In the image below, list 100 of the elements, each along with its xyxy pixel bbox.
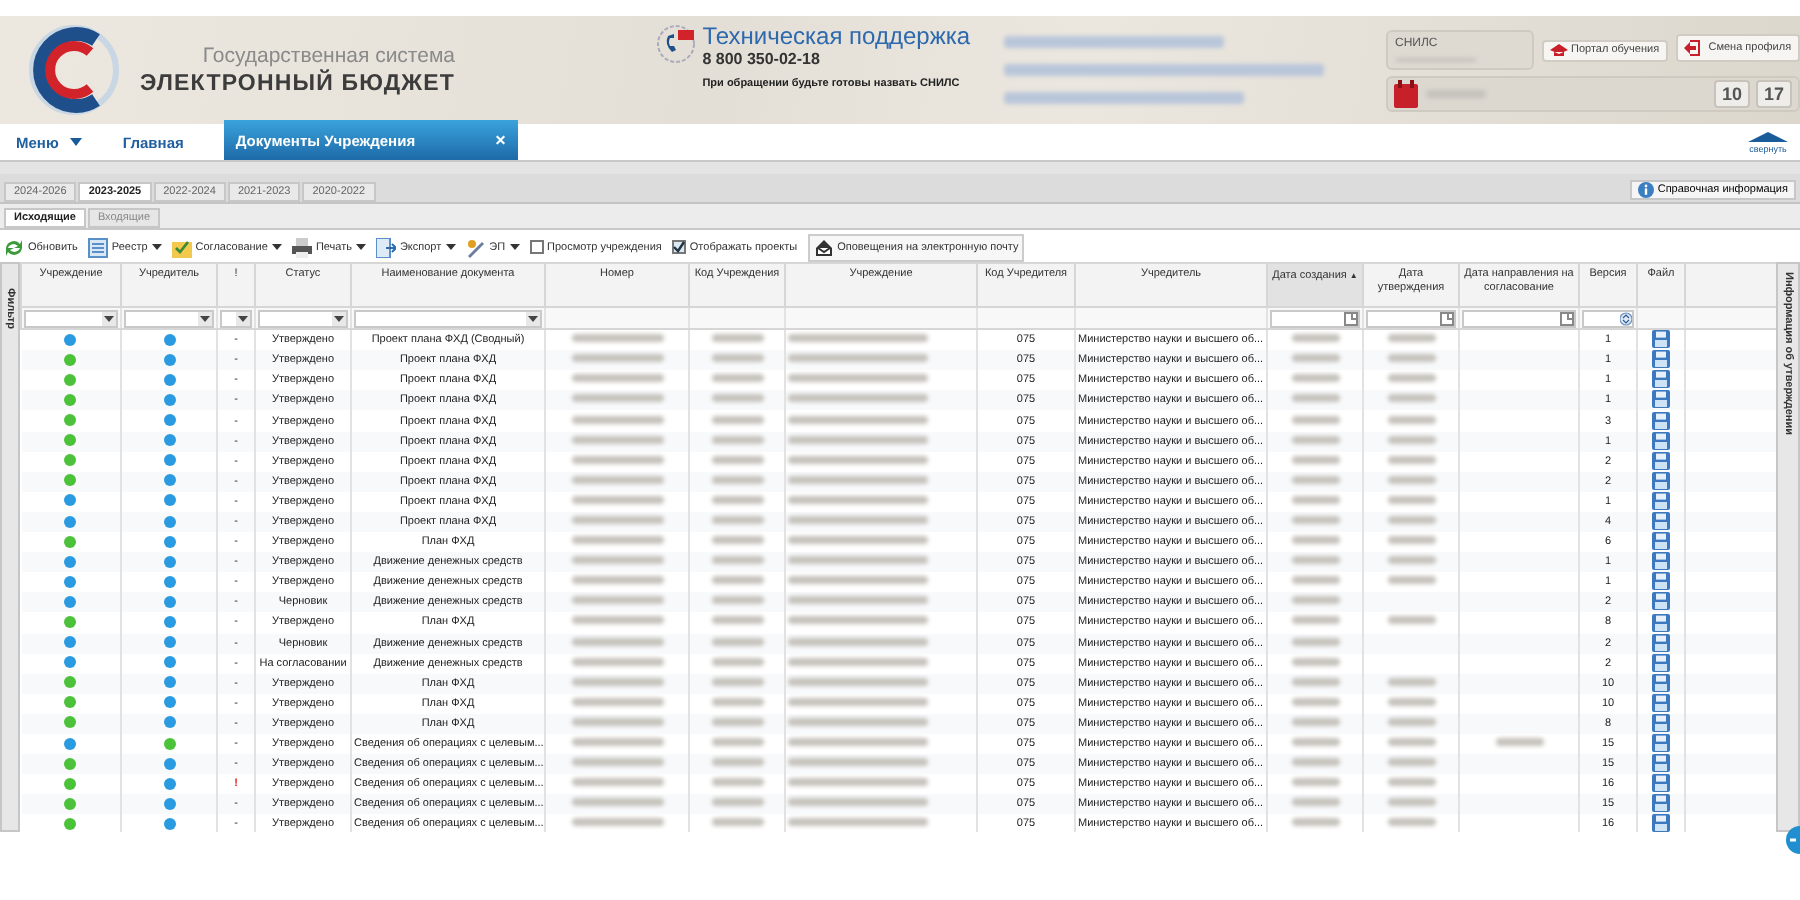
blurred-text — [788, 374, 928, 383]
blurred-text — [1291, 778, 1339, 787]
blurred-text — [1291, 354, 1339, 363]
blurred-text — [788, 596, 928, 605]
blurred-text — [788, 657, 928, 666]
blurred-text — [1291, 657, 1339, 666]
blurred-text — [1291, 556, 1339, 565]
blurred-text — [788, 334, 928, 343]
envelope-icon — [813, 237, 834, 257]
calendar-icon — [1393, 79, 1417, 107]
blurred-text — [1291, 334, 1339, 343]
blurred-text — [788, 354, 928, 363]
caret-icon — [355, 244, 366, 250]
blurred-text — [1291, 717, 1339, 726]
blurred-text — [1291, 394, 1339, 403]
caret-icon — [271, 244, 282, 250]
blurred-text — [711, 394, 763, 403]
collapse-arrow-icon — [1748, 131, 1788, 141]
blurred-text — [1291, 616, 1339, 625]
blurred-text — [788, 758, 928, 767]
blurred-text — [788, 536, 928, 545]
blurred-text — [711, 717, 763, 726]
blurred-text — [571, 818, 663, 827]
blurred-text — [1291, 637, 1339, 646]
blurred-text — [571, 576, 663, 585]
blurred-text — [1291, 697, 1339, 706]
blurred-text — [711, 475, 763, 484]
date-filter-field[interactable] — [1366, 309, 1456, 328]
caret-icon — [70, 138, 83, 146]
close-button[interactable]: × — [495, 130, 506, 150]
blurred-text — [788, 576, 928, 585]
date-filter-field[interactable] — [1270, 309, 1360, 328]
blurred-text — [571, 717, 663, 726]
blurred-text — [571, 495, 663, 504]
list-icon — [87, 237, 108, 257]
caret-icon — [104, 315, 114, 322]
blurred-text — [1291, 677, 1339, 686]
blurred-text — [571, 637, 663, 646]
blurred-text — [711, 758, 763, 767]
checkbox[interactable] — [671, 240, 686, 254]
blurred-text — [788, 677, 928, 686]
blurred-text — [571, 374, 663, 383]
blurred-text — [571, 778, 663, 787]
blurred-text — [711, 576, 763, 585]
blurred-text — [788, 717, 928, 726]
blurred-text — [571, 738, 663, 747]
blurred-text — [711, 657, 763, 666]
blurred-text — [1291, 455, 1339, 464]
blurred-text — [1291, 415, 1339, 424]
blurred-text — [571, 677, 663, 686]
support-title: Техническая поддержка — [702, 22, 971, 50]
export-icon — [375, 237, 396, 257]
blurred-text — [571, 415, 663, 424]
blurred-text — [711, 677, 763, 686]
blurred-text — [1291, 596, 1339, 605]
blurred-text — [711, 374, 763, 383]
help-icon — [1786, 826, 1800, 854]
blurred-text — [711, 455, 763, 464]
date-filter-field[interactable] — [1462, 309, 1576, 328]
blurred-text — [788, 818, 928, 827]
check-icon — [671, 240, 686, 254]
blurred-text — [788, 738, 928, 747]
blurred-text — [711, 515, 763, 524]
blurred-text — [788, 455, 928, 464]
blurred-text — [571, 334, 663, 343]
blurred-text — [571, 616, 663, 625]
system-name: Государственная система — [202, 44, 456, 68]
blurred-text — [1291, 798, 1339, 807]
caret-icon — [445, 244, 456, 250]
blurred-text — [788, 415, 928, 424]
graduation-cap-icon — [1549, 43, 1567, 57]
checkbox[interactable] — [529, 240, 544, 254]
blurred-text — [571, 697, 663, 706]
blurred-text — [711, 637, 763, 646]
blurred-text — [571, 354, 663, 363]
blurred-text — [711, 596, 763, 605]
folder-check-icon — [171, 237, 192, 257]
number-filter-field[interactable] — [1582, 309, 1634, 328]
blurred-text — [788, 515, 928, 524]
blurred-text — [788, 475, 928, 484]
caret-icon — [528, 315, 538, 322]
exit-icon — [1683, 39, 1700, 55]
blurred-text — [1291, 738, 1339, 747]
filter-dropdown[interactable] — [220, 309, 252, 328]
blurred-text — [571, 657, 663, 666]
blurred-text — [711, 798, 763, 807]
blurred-text — [1291, 435, 1339, 444]
blurred-text — [1291, 475, 1339, 484]
logo-icon — [28, 24, 120, 116]
caret-icon — [334, 315, 344, 322]
blurred-text — [711, 556, 763, 565]
support-phone-icon — [654, 22, 699, 66]
blurred-text — [788, 556, 928, 565]
support-phone: 8 800 350-02-18 — [702, 50, 822, 68]
blurred-text — [1291, 495, 1339, 504]
blurred-text — [571, 455, 663, 464]
blurred-text — [788, 697, 928, 706]
blurred-text — [711, 818, 763, 827]
blurred-text — [1291, 576, 1339, 585]
caret-icon — [200, 315, 210, 322]
